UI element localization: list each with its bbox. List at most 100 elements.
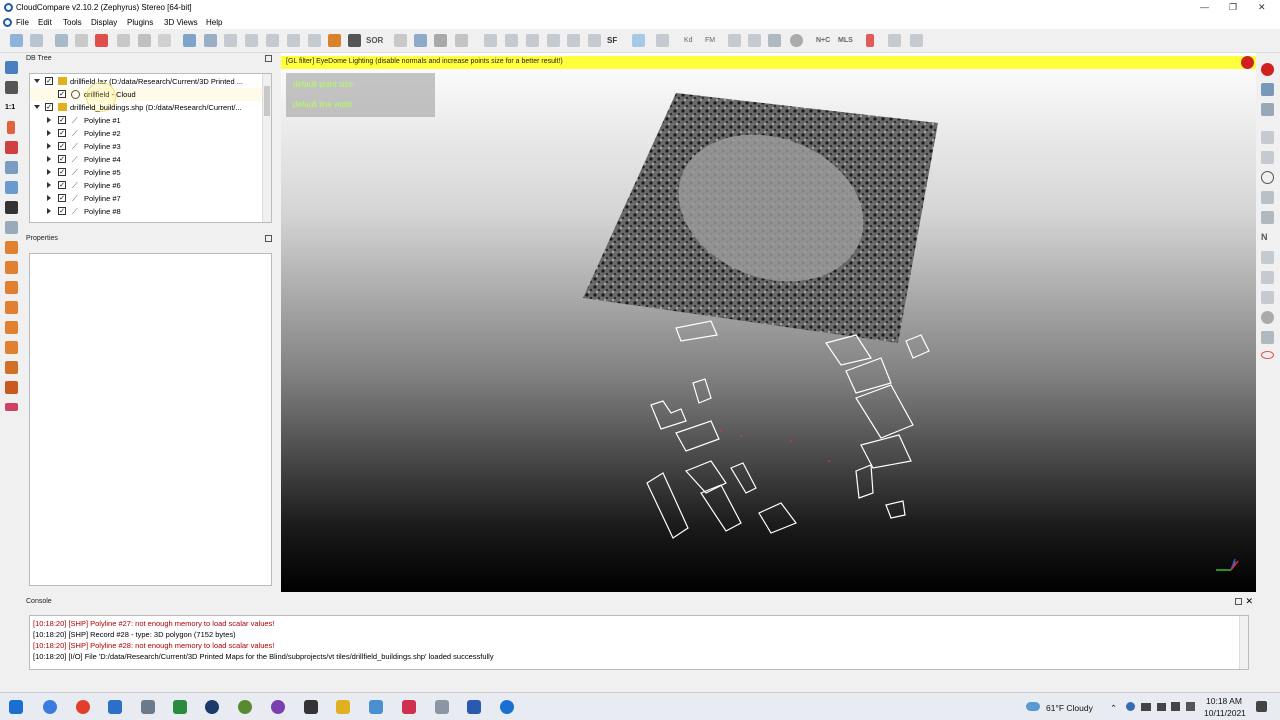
normal-compute-button[interactable]: N+C xyxy=(816,34,834,47)
expand-arrow-icon[interactable] xyxy=(47,156,51,162)
perspective-icon[interactable] xyxy=(1261,83,1274,96)
python-icon[interactable] xyxy=(866,34,874,47)
menu-edit[interactable]: Edit xyxy=(38,18,52,27)
menu-3d-views[interactable]: 3D Views xyxy=(164,18,198,27)
scrollbar-thumb[interactable] xyxy=(264,86,270,116)
shading-icon[interactable] xyxy=(1261,191,1274,204)
properties-table[interactable] xyxy=(29,253,272,586)
scalar-field-button[interactable]: SF xyxy=(607,34,623,47)
compass-icon[interactable] xyxy=(1261,171,1274,184)
object-centered-icon[interactable] xyxy=(1261,103,1274,116)
fit-plane-icon[interactable] xyxy=(414,34,427,47)
qgis-icon[interactable] xyxy=(435,700,449,714)
edge-icon[interactable] xyxy=(108,700,122,714)
search-icon[interactable] xyxy=(43,700,57,714)
pivot-icon[interactable] xyxy=(7,121,15,134)
maximize-button[interactable]: ❐ xyxy=(1229,2,1237,13)
color-ramp-icon[interactable] xyxy=(328,34,341,47)
visibility-checkbox[interactable]: ✓ xyxy=(58,168,66,176)
close-console-icon[interactable]: ✕ xyxy=(1245,596,1253,607)
visibility-checkbox[interactable]: ✓ xyxy=(58,194,66,202)
tree-item-polyline[interactable]: ✓ ⟋ Polyline #4 xyxy=(30,153,262,166)
delete-icon[interactable] xyxy=(158,34,171,47)
distance-icon[interactable] xyxy=(266,34,279,47)
histogram-icon[interactable] xyxy=(484,34,497,47)
auto-pick-icon[interactable] xyxy=(5,141,18,154)
excel-icon[interactable] xyxy=(173,700,187,714)
tray-chevron-icon[interactable]: ⌃ xyxy=(1110,703,1117,714)
poisson-icon[interactable] xyxy=(768,34,781,47)
float-panel-icon[interactable] xyxy=(1235,598,1242,605)
tree-item-polyline[interactable]: ✓ ⟋ Polyline #2 xyxy=(30,127,262,140)
merge-icon[interactable] xyxy=(138,34,151,47)
cloud-layers-icon[interactable] xyxy=(632,34,645,47)
tray-app-icon[interactable] xyxy=(1126,702,1135,711)
tree-item-polyline[interactable]: ✓ ⟋ Polyline #8 xyxy=(30,205,262,218)
stereo-glasses-icon[interactable] xyxy=(1261,351,1274,359)
filter-by-value-icon[interactable] xyxy=(547,34,560,47)
expand-arrow-icon[interactable] xyxy=(47,169,51,175)
tor-icon[interactable] xyxy=(271,700,285,714)
collapse-arrow-icon[interactable] xyxy=(34,79,40,83)
add-sf-icon[interactable] xyxy=(567,34,580,47)
volume-icon[interactable] xyxy=(1171,702,1180,711)
rotate-icon[interactable] xyxy=(1261,131,1274,144)
sor-filter-button[interactable]: SOR xyxy=(366,34,386,47)
windows-start-icon[interactable] xyxy=(9,700,23,714)
mls-button[interactable]: MLS xyxy=(838,34,856,47)
weather-icon[interactable] xyxy=(1026,702,1040,711)
tree-item-buildings-shp[interactable]: ✓ drillfield_buildings.shp (D:/data/Rese… xyxy=(30,101,262,114)
remove-sf-icon[interactable] xyxy=(588,34,601,47)
ambient-occlusion-icon[interactable] xyxy=(748,34,761,47)
view-front-icon[interactable] xyxy=(5,241,18,254)
close-window-button[interactable]: ✕ xyxy=(1258,2,1266,13)
stereo-icon[interactable] xyxy=(5,403,18,411)
expand-arrow-icon[interactable] xyxy=(47,143,51,149)
inkscape-icon[interactable] xyxy=(238,700,252,714)
point-picking-icon[interactable] xyxy=(95,34,108,47)
expand-arrow-icon[interactable] xyxy=(47,195,51,201)
visual-studio-code-icon[interactable] xyxy=(369,700,383,714)
console-scrollbar[interactable] xyxy=(1239,616,1248,669)
visibility-checkbox[interactable]: ✓ xyxy=(58,181,66,189)
cloudcompare-taskbar-icon[interactable] xyxy=(467,700,481,714)
notifications-icon[interactable] xyxy=(1256,701,1267,712)
csf-icon[interactable] xyxy=(888,34,901,47)
crop-icon[interactable] xyxy=(117,34,130,47)
camera-view-icon[interactable] xyxy=(5,181,18,194)
view-iso-back-icon[interactable] xyxy=(5,381,18,394)
kd-tree-button[interactable]: Kd xyxy=(684,34,698,47)
checkerboard-icon[interactable] xyxy=(348,34,361,47)
expand-arrow-icon[interactable] xyxy=(47,130,51,136)
measure-icon[interactable] xyxy=(1261,251,1274,264)
visibility-checkbox[interactable]: ✓ xyxy=(58,129,66,137)
view-iso-front-icon[interactable] xyxy=(5,361,18,374)
segment-icon[interactable] xyxy=(75,34,88,47)
statistics-icon[interactable] xyxy=(505,34,518,47)
tree-item-polyline[interactable]: ✓ ⟋ Polyline #1 xyxy=(30,114,262,127)
collapse-arrow-icon[interactable] xyxy=(34,105,40,109)
subsample-icon[interactable] xyxy=(204,34,217,47)
save-icon[interactable] xyxy=(30,34,43,47)
label-connected-icon[interactable] xyxy=(728,34,741,47)
translate-rotate-icon[interactable] xyxy=(55,34,68,47)
open-file-icon[interactable] xyxy=(10,34,23,47)
north-icon[interactable]: N xyxy=(1261,231,1274,244)
fast-marching-button[interactable]: FM xyxy=(705,34,719,47)
network-icon[interactable] xyxy=(1157,703,1166,711)
tree-item-polyline[interactable]: ✓ ⟋ Polyline #5 xyxy=(30,166,262,179)
sphere-icon[interactable] xyxy=(455,34,468,47)
light-icon[interactable] xyxy=(1261,151,1274,164)
battery-icon[interactable] xyxy=(1141,703,1151,711)
view-back-icon[interactable] xyxy=(5,261,18,274)
console-log[interactable]: [10:18:20] [SHP] Polyline #27: not enoug… xyxy=(29,615,1249,670)
minimize-button[interactable]: — xyxy=(1200,2,1209,12)
expand-arrow-icon[interactable] xyxy=(47,208,51,214)
tree-item-polyline[interactable]: ✓ ⟋ Polyline #3 xyxy=(30,140,262,153)
terminal-icon[interactable] xyxy=(304,700,318,714)
export-icon[interactable] xyxy=(1261,331,1274,344)
db-tree-list[interactable]: ✓ drillfield.laz (D:/data/Research/Curre… xyxy=(29,73,272,223)
tree-item-polyline[interactable]: ✓ ⟋ Polyline #6 xyxy=(30,179,262,192)
file-explorer-icon[interactable] xyxy=(336,700,350,714)
slack-icon[interactable] xyxy=(141,700,155,714)
